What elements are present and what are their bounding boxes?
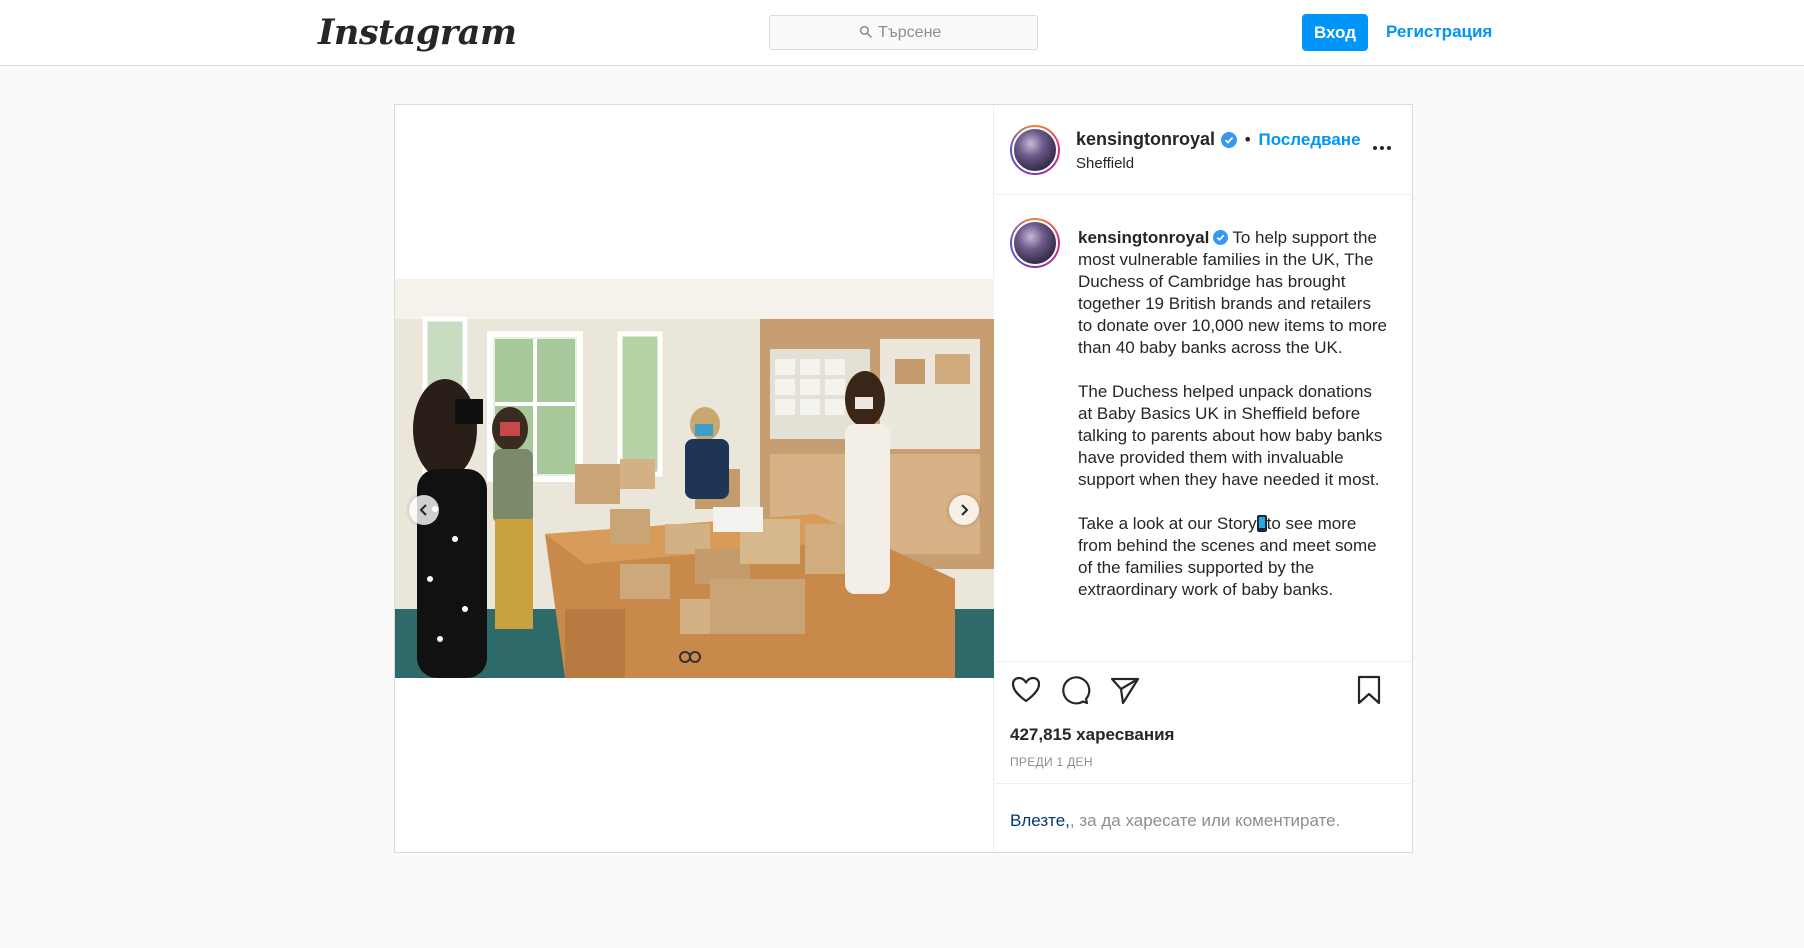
post-caption: kensingtonroyal To help support the most … [995, 196, 1413, 662]
author-username[interactable]: kensingtonroyal [1076, 129, 1215, 150]
login-prompt-bar: Влезте,, за да харесате или коментирате. [995, 783, 1413, 852]
chevron-right-icon [958, 501, 970, 520]
post-media [395, 105, 994, 852]
follow-button[interactable]: Последване [1258, 130, 1360, 150]
login-button[interactable]: Вход [1302, 14, 1368, 51]
caption-avatar[interactable] [1010, 218, 1060, 268]
instagram-logo[interactable]: Instagram [318, 12, 517, 53]
post-location[interactable]: Sheffield [1076, 155, 1134, 172]
caption-paragraph-2: The Duchess helped unpack donations at B… [1078, 382, 1383, 489]
login-prompt: Влезте,, за да харесате или коментирате. [1010, 811, 1340, 831]
post-sidebar: kensingtonroyal • Последване Sheffield k… [995, 105, 1413, 852]
caption-paragraph-1: To help support the most vulnerable fami… [1078, 228, 1388, 357]
author-line: kensingtonroyal • Последване [1076, 129, 1361, 150]
post-photo[interactable] [395, 279, 994, 678]
likes-count[interactable]: 427,815 харесвания [1010, 725, 1174, 745]
separator-dot: • [1243, 130, 1253, 149]
chevron-left-icon [418, 501, 430, 520]
mobile-phone-emoji-icon [1256, 515, 1267, 532]
search-box[interactable] [769, 15, 1038, 50]
verified-badge-icon [1213, 230, 1229, 245]
comment-icon[interactable] [1058, 673, 1092, 707]
heart-icon[interactable] [1009, 673, 1043, 707]
paper-plane-icon[interactable] [1108, 673, 1142, 707]
login-prompt-text: , за да харесате или коментирате. [1069, 811, 1341, 830]
bookmark-icon[interactable] [1352, 673, 1386, 707]
caption-paragraph-3-start: Take a look at our Story [1078, 514, 1257, 533]
carousel-previous-button[interactable] [409, 495, 439, 525]
post-actions [995, 665, 1413, 715]
author-avatar[interactable] [1010, 125, 1060, 175]
post-header: kensingtonroyal • Последване Sheffield [995, 105, 1413, 195]
post-card: kensingtonroyal • Последване Sheffield k… [394, 104, 1413, 853]
carousel-next-button[interactable] [949, 495, 979, 525]
search-icon [859, 23, 872, 42]
post-timestamp[interactable]: ПРЕДИ 1 ДЕН [1010, 755, 1093, 769]
search-input[interactable] [878, 23, 948, 42]
signup-link[interactable]: Регистрация [1386, 22, 1492, 42]
caption-text: kensingtonroyal To help support the most … [1078, 227, 1388, 623]
more-options-icon[interactable] [1367, 133, 1397, 163]
login-link[interactable]: Влезте, [1010, 811, 1070, 830]
verified-badge-icon [1221, 131, 1238, 148]
caption-username[interactable]: kensingtonroyal [1078, 228, 1209, 247]
top-navigation-bar: Instagram Вход Регистрация [0, 0, 1804, 66]
